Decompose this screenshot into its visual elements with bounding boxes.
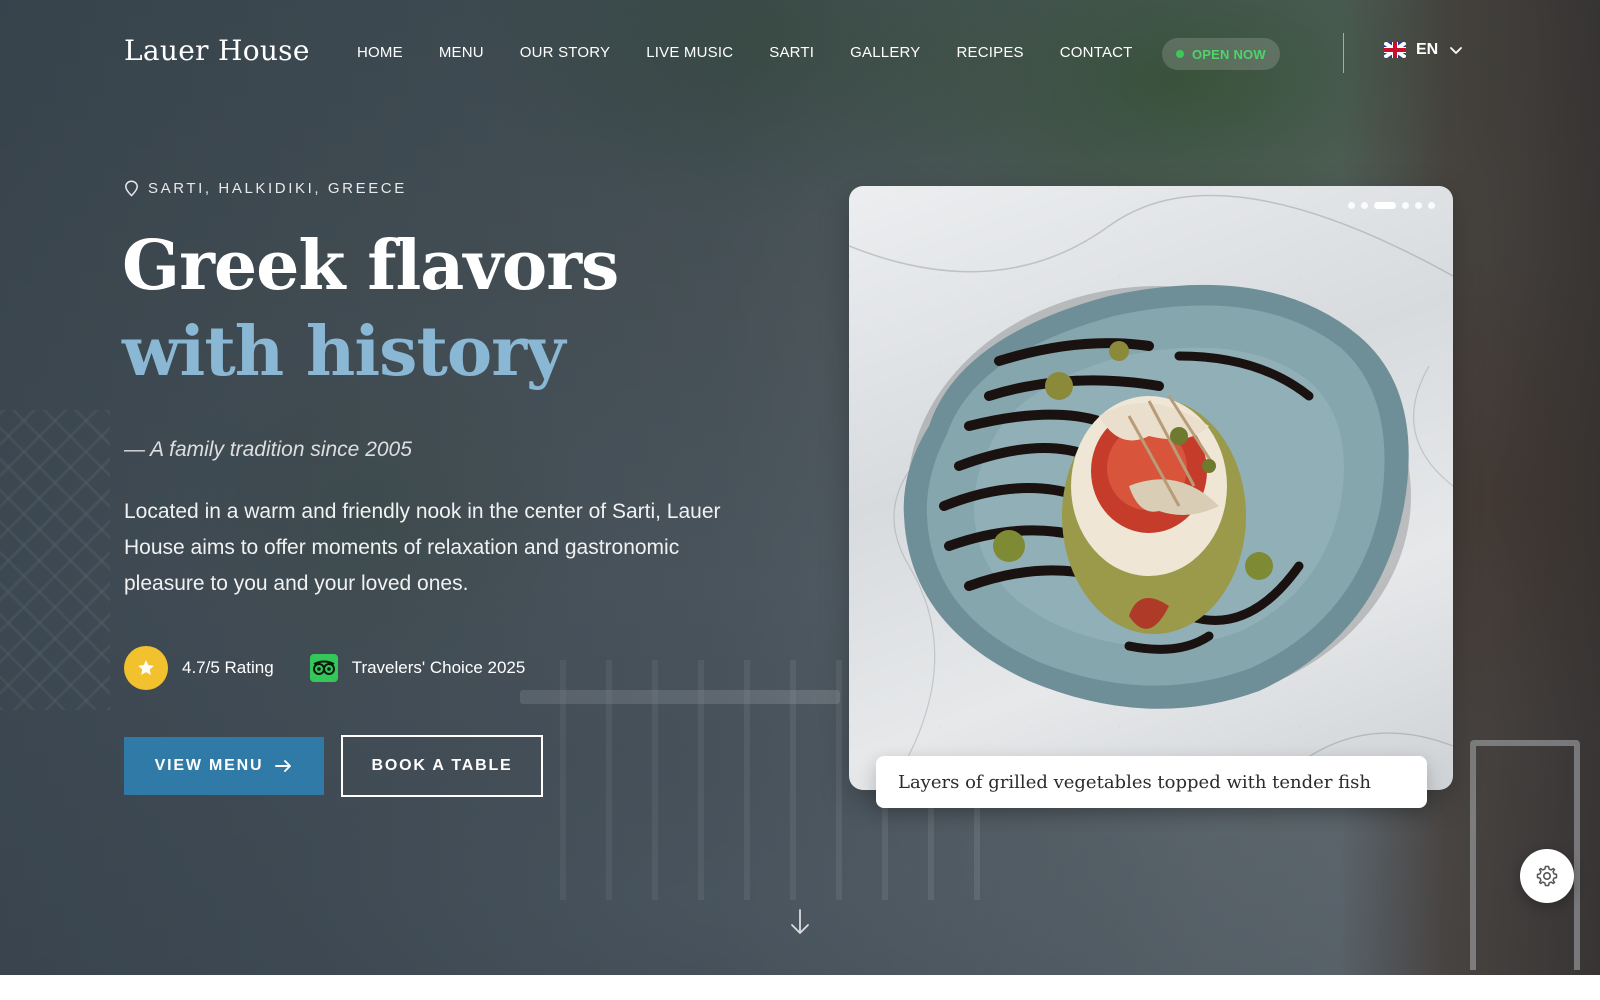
location-line: SARTI, HALKIDIKI, GREECE [124,180,407,197]
dish-caption: Layers of grilled vegetables topped with… [876,756,1427,808]
chevron-down-icon [1450,47,1463,54]
slider-dot-3-active[interactable] [1374,202,1396,209]
open-status-badge: OPEN NOW [1162,38,1280,70]
site-header: Lauer House HOME MENU OUR STORY LIVE MUS… [0,0,1600,108]
hero-headline-line2: with history [122,312,566,392]
hero-description: Located in a warm and friendly nook in t… [124,500,721,595]
nav-item-our-story[interactable]: OUR STORY [520,44,610,61]
nav-item-gallery[interactable]: GALLERY [850,44,920,61]
page-bottom-edge [0,975,1600,1000]
award-text: Travelers' Choice 2025 [351,658,526,677]
owl-eyes-icon [312,660,335,675]
slider-dot-5[interactable] [1415,202,1422,209]
slider-dot-6[interactable] [1428,202,1435,209]
nav-item-contact[interactable]: CONTACT [1060,44,1133,61]
rating-text: 4.7/5 Rating [182,658,274,677]
slider-dots [1348,202,1435,209]
uk-flag-icon [1384,42,1406,58]
brand-logo[interactable]: Lauer House [124,34,310,67]
star-icon [138,660,154,675]
arrow-down-icon[interactable] [788,908,812,936]
main-nav: HOME MENU OUR STORY LIVE MUSIC SARTI GAL… [357,44,1169,61]
tripadvisor-icon [309,654,338,682]
location-label: SARTI, HALKIDIKI, GREECE [148,180,407,197]
language-selector[interactable]: EN [1384,41,1464,59]
nav-item-sarti[interactable]: SARTI [769,44,814,61]
nav-item-live-music[interactable]: LIVE MUSIC [646,44,733,61]
map-pin-icon [125,180,138,197]
view-menu-label: VIEW MENU [154,757,264,774]
book-table-button[interactable]: BOOK A TABLE [341,735,543,797]
slider-dot-4[interactable] [1402,202,1409,209]
hero-badges: 4.7/5 Rating Travelers' Choice 2025 [124,646,525,690]
nav-item-menu[interactable]: MENU [439,44,484,61]
open-status-label: OPEN NOW [1192,46,1266,62]
header-divider [1343,33,1344,73]
gear-icon [1536,865,1558,887]
arrow-right-icon [275,760,292,772]
featured-dish-card[interactable] [849,186,1453,790]
rating-badge [124,646,168,690]
hero-headline-line1: Greek flavors [122,226,619,306]
status-dot-icon [1176,50,1184,58]
hero-tagline: — A family tradition since 2005 [124,438,412,461]
nav-item-home[interactable]: HOME [357,44,403,61]
book-table-label: BOOK A TABLE [371,757,513,774]
dish-photo [849,194,1453,790]
view-menu-button[interactable]: VIEW MENU [124,737,324,795]
nav-item-recipes[interactable]: RECIPES [957,44,1024,61]
language-label: EN [1416,41,1439,58]
slider-dot-1[interactable] [1348,202,1355,209]
slider-dot-2[interactable] [1361,202,1368,209]
settings-button[interactable] [1520,849,1574,903]
